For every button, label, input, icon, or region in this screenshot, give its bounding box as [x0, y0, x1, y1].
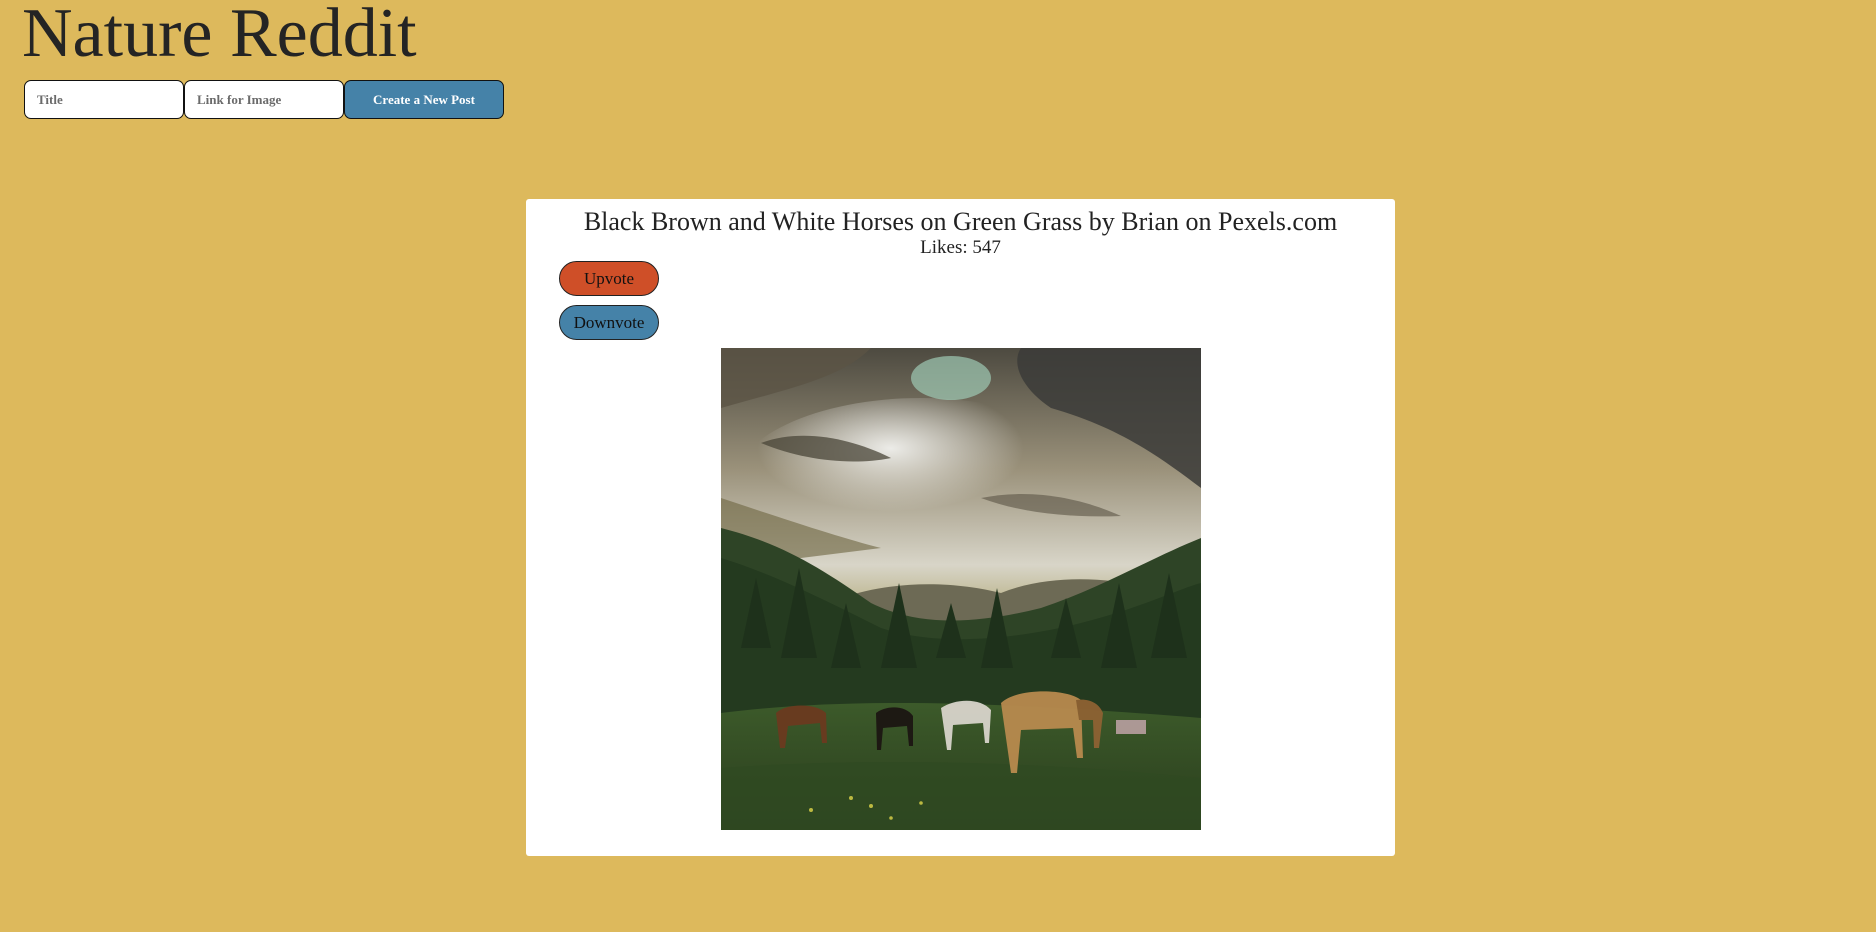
- post-likes: Likes: 547: [920, 237, 1001, 258]
- create-post-button[interactable]: Create a New Post: [344, 80, 504, 119]
- horses-landscape-photo: [721, 348, 1201, 830]
- post-title: Black Brown and White Horses on Green Gr…: [583, 207, 1338, 236]
- post-image: [721, 348, 1201, 830]
- title-input[interactable]: [24, 80, 184, 119]
- app-title: Nature Reddit: [22, 0, 417, 72]
- post-card: Black Brown and White Horses on Green Gr…: [526, 199, 1395, 856]
- image-link-input[interactable]: [184, 80, 344, 119]
- new-post-form: Create a New Post: [24, 80, 504, 119]
- downvote-button[interactable]: Downvote: [559, 305, 659, 340]
- upvote-button[interactable]: Upvote: [559, 261, 659, 296]
